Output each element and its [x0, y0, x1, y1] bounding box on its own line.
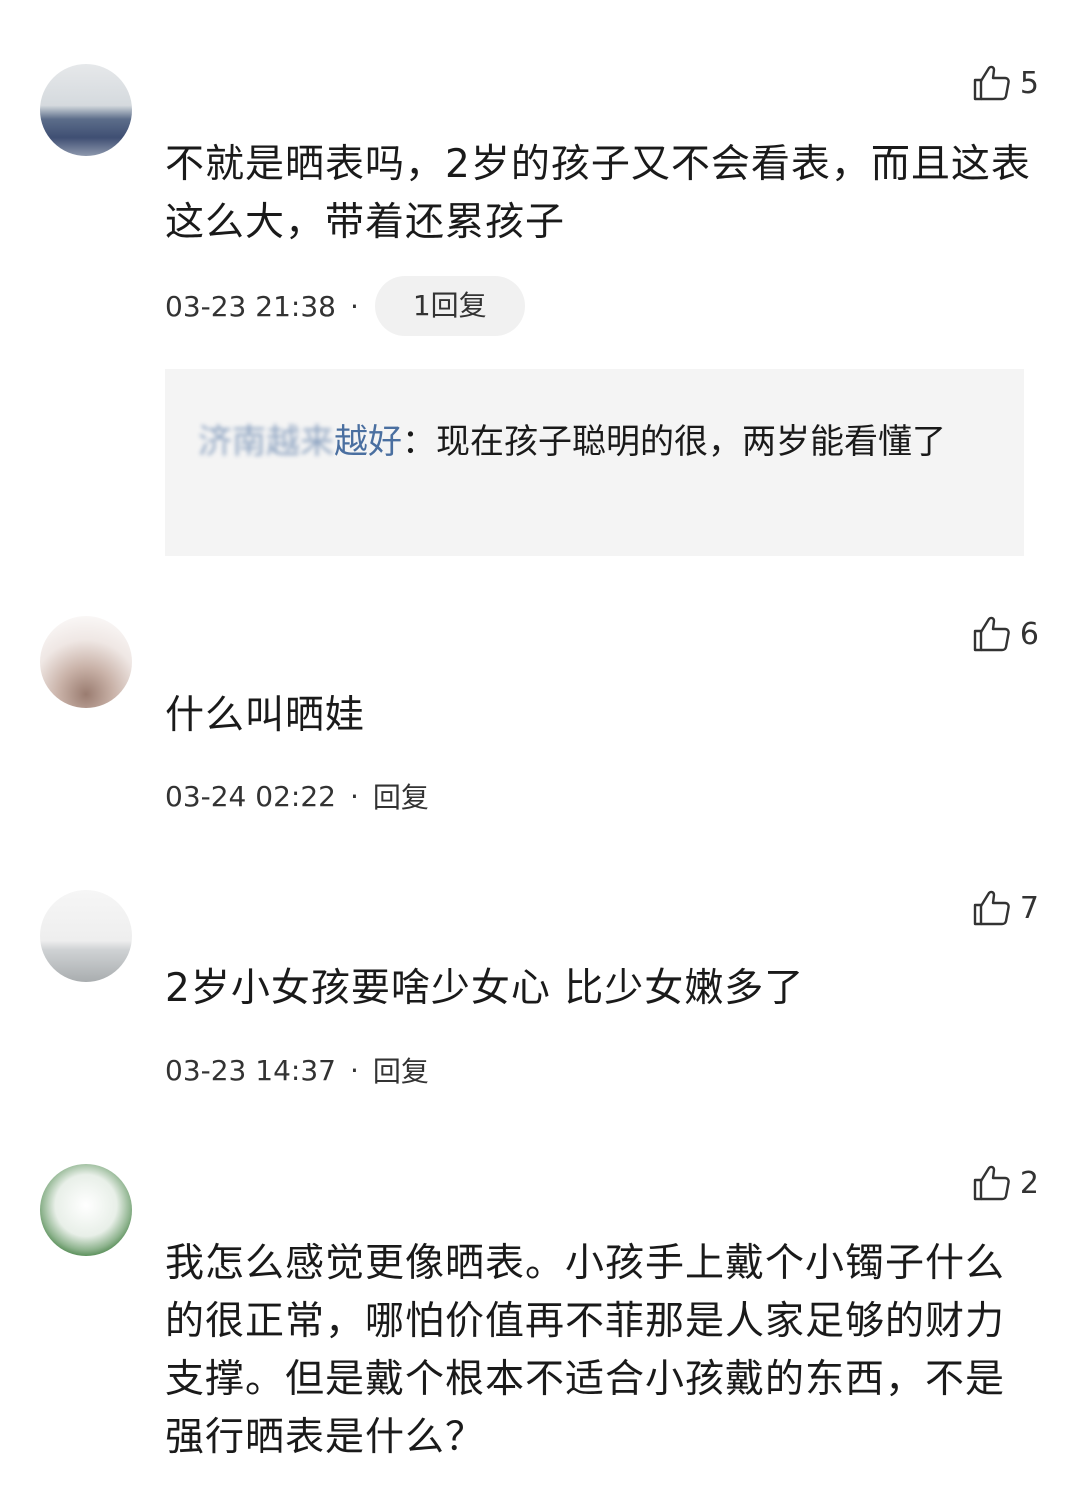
reply-author-blurred: 济南越来 — [198, 422, 334, 462]
comment-text: 我怎么感觉更像晒表。小孩手上戴个小镯子什么的很正常，哪怕价值再不菲那是人家足够的… — [165, 1241, 1006, 1460]
thumbs-up-icon — [973, 65, 1010, 101]
meta-separator: · — [349, 1053, 359, 1087]
comment-meta: 03-23 14:37 · 回复 — [165, 1050, 429, 1090]
comment-text: 什么叫晒娃 — [165, 693, 366, 738]
avatar[interactable] — [40, 616, 132, 708]
comment-time: 03-23 14:37 — [165, 1053, 336, 1087]
thumbs-up-icon — [973, 890, 1010, 926]
meta-separator: · — [349, 779, 359, 813]
comment-text: 2岁小女孩要啥少女心 比少女嫩多了 — [165, 966, 805, 1011]
reply-content: 济南越来越好：现在孩子聪明的很，两岁能看懂了 — [198, 415, 998, 469]
like-button[interactable]: 6 — [972, 614, 1039, 654]
comment-text: 不就是晒表吗，2岁的孩子又不会看表，而且这表这么大，带着还累孩子 — [165, 142, 1031, 245]
reply-count-button[interactable]: 1回复 — [374, 276, 525, 336]
comment-meta: 03-24 02:22 · 回复 — [165, 776, 429, 816]
comment-meta: 03-23 21:38 · 1回复 — [165, 276, 525, 336]
avatar[interactable] — [40, 64, 132, 156]
reply-text: 现在孩子聪明的很，两岁能看懂了 — [436, 422, 946, 462]
reply-author-visible: 越好 — [334, 422, 402, 462]
comment-time: 03-23 21:38 — [165, 289, 336, 323]
like-button[interactable]: 7 — [972, 888, 1039, 928]
like-count: 6 — [1019, 616, 1039, 652]
thumbs-up-icon — [973, 1165, 1010, 1201]
like-count: 5 — [1019, 65, 1039, 101]
reply-separator: ： — [402, 422, 436, 462]
comment-time: 03-24 02:22 — [165, 779, 336, 813]
avatar[interactable] — [40, 1164, 132, 1256]
like-button[interactable]: 2 — [972, 1163, 1039, 1203]
meta-separator: · — [349, 289, 359, 323]
reply-button[interactable]: 回复 — [373, 776, 429, 816]
thumbs-up-icon — [973, 616, 1010, 652]
like-button[interactable]: 5 — [972, 63, 1039, 103]
reply-preview[interactable]: 济南越来越好：现在孩子聪明的很，两岁能看懂了 — [165, 369, 1024, 556]
avatar[interactable] — [40, 890, 132, 982]
reply-button[interactable]: 回复 — [373, 1050, 429, 1090]
reply-author[interactable]: 济南越来越好 — [198, 422, 402, 462]
like-count: 2 — [1019, 1165, 1039, 1201]
like-count: 7 — [1019, 890, 1039, 926]
